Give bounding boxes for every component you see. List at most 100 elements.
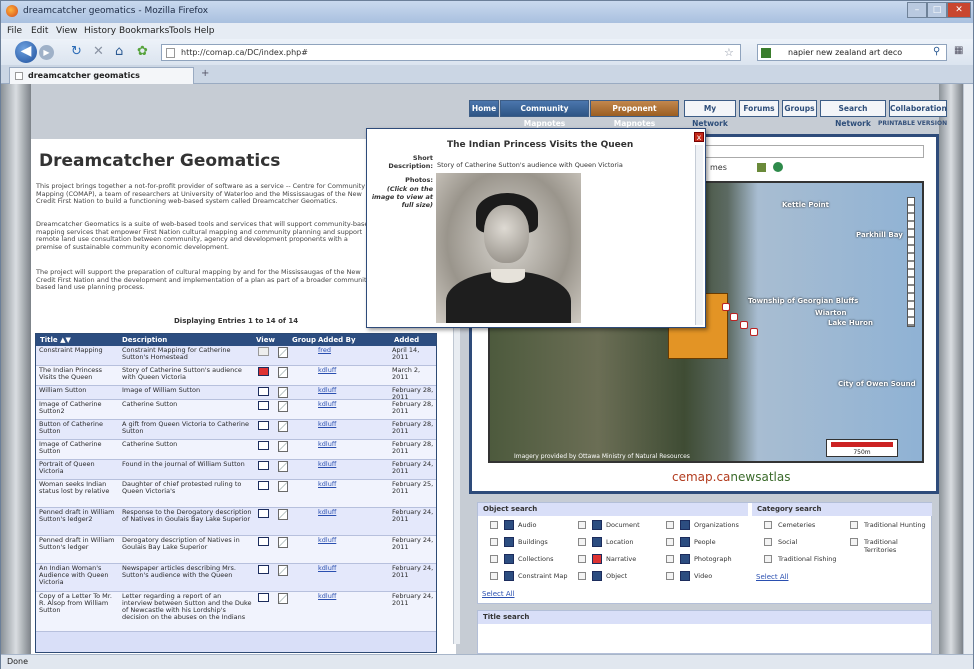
row-title[interactable]: William Sutton <box>39 387 119 394</box>
row-added-by[interactable]: fred <box>318 347 378 354</box>
menu-file[interactable]: File <box>7 26 22 36</box>
view-icon[interactable] <box>258 565 269 574</box>
view-icon[interactable] <box>258 367 269 376</box>
table-row[interactable]: Portrait of Queen Victoria Found in the j… <box>36 460 436 480</box>
row-added-by[interactable]: kdluff <box>318 401 378 408</box>
menu-view[interactable]: View <box>56 26 77 36</box>
printable-version-link[interactable]: PRINTABLE VERSION <box>878 120 947 127</box>
edit-icon[interactable] <box>278 481 288 492</box>
map-marker[interactable] <box>730 313 738 321</box>
view-icon[interactable] <box>258 537 269 546</box>
object-type-checkbox[interactable] <box>578 555 586 563</box>
row-title[interactable]: Image of Catherine Sutton <box>39 441 119 455</box>
object-type-checkbox[interactable] <box>490 572 498 580</box>
map-tool-icon[interactable] <box>757 163 766 172</box>
edit-icon[interactable] <box>278 509 288 520</box>
url-bar[interactable]: http://comap.ca/DC/index.php# ☆ <box>161 44 741 61</box>
table-row[interactable]: Copy of a Letter To Mr. R. Alsop from Wi… <box>36 592 436 632</box>
nav-groups[interactable]: Groups <box>782 100 817 117</box>
edit-icon[interactable] <box>278 347 288 358</box>
row-title[interactable]: Copy of a Letter To Mr. R. Alsop from Wi… <box>39 593 119 614</box>
row-added-by[interactable]: kdluff <box>318 421 378 428</box>
object-select-all[interactable]: Select All <box>482 590 515 598</box>
object-type-checkbox[interactable] <box>666 521 674 529</box>
map-marker[interactable] <box>750 328 758 336</box>
row-title[interactable]: Penned draft in William Sutton's ledger2 <box>39 509 119 523</box>
object-type-checkbox[interactable] <box>578 538 586 546</box>
maximize-button[interactable]: □ <box>927 2 947 18</box>
popup-scrollbar[interactable] <box>695 145 703 325</box>
object-type-checkbox[interactable] <box>666 555 674 563</box>
view-icon[interactable] <box>258 387 269 396</box>
menu-edit[interactable]: Edit <box>31 26 48 36</box>
nav-community-mapnotes[interactable]: Community Mapnotes <box>500 100 589 128</box>
menu-bookmarks[interactable]: Bookmarks <box>119 26 169 36</box>
map-marker[interactable] <box>722 303 730 311</box>
row-added-by[interactable]: kdluff <box>318 593 378 600</box>
web-search-input[interactable]: napier new zealand art deco ⚲ <box>757 44 947 61</box>
col-title-sort[interactable]: Title ▲▼ <box>40 336 71 344</box>
back-button[interactable]: ◀ <box>15 41 37 63</box>
row-title[interactable]: Portrait of Queen Victoria <box>39 461 119 475</box>
addons-grid-icon[interactable]: ▦ <box>954 45 963 56</box>
menu-help[interactable]: Help <box>194 26 215 36</box>
catherine-sutton-photo[interactable] <box>436 173 581 323</box>
nav-collaboration[interactable]: Collaboration <box>889 100 947 117</box>
close-window-button[interactable]: ✕ <box>947 2 971 18</box>
edit-icon[interactable] <box>278 441 288 452</box>
edit-icon[interactable] <box>278 367 288 378</box>
view-icon[interactable] <box>258 481 269 490</box>
object-type-checkbox[interactable] <box>666 572 674 580</box>
search-icon[interactable]: ⚲ <box>933 46 940 57</box>
row-title[interactable]: Image of Catherine Sutton2 <box>39 401 119 415</box>
row-title[interactable]: Button of Catherine Sutton <box>39 421 119 435</box>
view-icon[interactable] <box>258 421 269 430</box>
nav-search-network[interactable]: Search Network <box>820 100 886 128</box>
menu-tools[interactable]: Tools <box>169 26 191 36</box>
view-icon[interactable] <box>258 593 269 602</box>
row-title[interactable]: Constraint Mapping <box>39 347 119 354</box>
row-added-by[interactable]: kdluff <box>318 387 378 394</box>
edit-icon[interactable] <box>278 461 288 472</box>
row-title[interactable]: The Indian Princess Visits the Queen <box>39 367 119 381</box>
table-row[interactable]: Image of Catherine Sutton Catherine Sutto… <box>36 440 436 460</box>
object-type-checkbox[interactable] <box>490 521 498 529</box>
bookmark-leaf-icon[interactable]: ✿ <box>137 45 148 58</box>
row-title[interactable]: Penned draft in William Sutton's ledger <box>39 537 119 551</box>
edit-icon[interactable] <box>278 537 288 548</box>
row-added-by[interactable]: kdluff <box>318 461 378 468</box>
row-added-by[interactable]: kdluff <box>318 509 378 516</box>
tab-dreamcatcher[interactable]: dreamcatcher geomatics <box>9 67 194 84</box>
table-row[interactable]: The Indian Princess Visits the Queen Stor… <box>36 366 436 386</box>
row-added-by[interactable]: kdluff <box>318 367 378 374</box>
category-checkbox[interactable] <box>764 538 772 546</box>
object-type-checkbox[interactable] <box>578 572 586 580</box>
map-search-input[interactable] <box>704 145 924 158</box>
table-row[interactable]: William Sutton Image of William Sutton kdl… <box>36 386 436 401</box>
nav-home[interactable]: Home <box>469 100 499 117</box>
category-select-all[interactable]: Select All <box>756 573 789 581</box>
row-added-by[interactable]: kdluff <box>318 441 378 448</box>
row-title[interactable]: Woman seeks Indian status lost by relati… <box>39 481 119 495</box>
edit-icon[interactable] <box>278 421 288 432</box>
bookmark-star-icon[interactable]: ☆ <box>724 46 734 59</box>
table-row[interactable]: Penned draft in William Sutton's ledger2… <box>36 508 436 536</box>
row-added-by[interactable]: kdluff <box>318 565 378 572</box>
view-icon[interactable] <box>258 347 269 356</box>
new-tab-button[interactable]: + <box>201 68 209 79</box>
minimize-button[interactable]: – <box>907 2 927 18</box>
view-icon[interactable] <box>258 509 269 518</box>
object-type-checkbox[interactable] <box>578 521 586 529</box>
nav-my-network[interactable]: My Network <box>684 100 736 128</box>
object-type-checkbox[interactable] <box>490 555 498 563</box>
nav-forums[interactable]: Forums <box>739 100 779 117</box>
category-checkbox[interactable] <box>764 521 772 529</box>
home-icon[interactable]: ⌂ <box>115 45 123 58</box>
table-row[interactable]: Constraint Mapping Constraint Mapping for… <box>36 346 436 366</box>
page-scrollbar[interactable] <box>963 84 973 654</box>
row-title[interactable]: An Indian Woman's Audience with Queen Vi… <box>39 565 119 586</box>
search-engine-icon[interactable] <box>761 48 771 58</box>
popup-close-button[interactable]: x <box>694 132 704 142</box>
reload-icon[interactable]: ↻ <box>71 45 82 58</box>
object-type-checkbox[interactable] <box>666 538 674 546</box>
